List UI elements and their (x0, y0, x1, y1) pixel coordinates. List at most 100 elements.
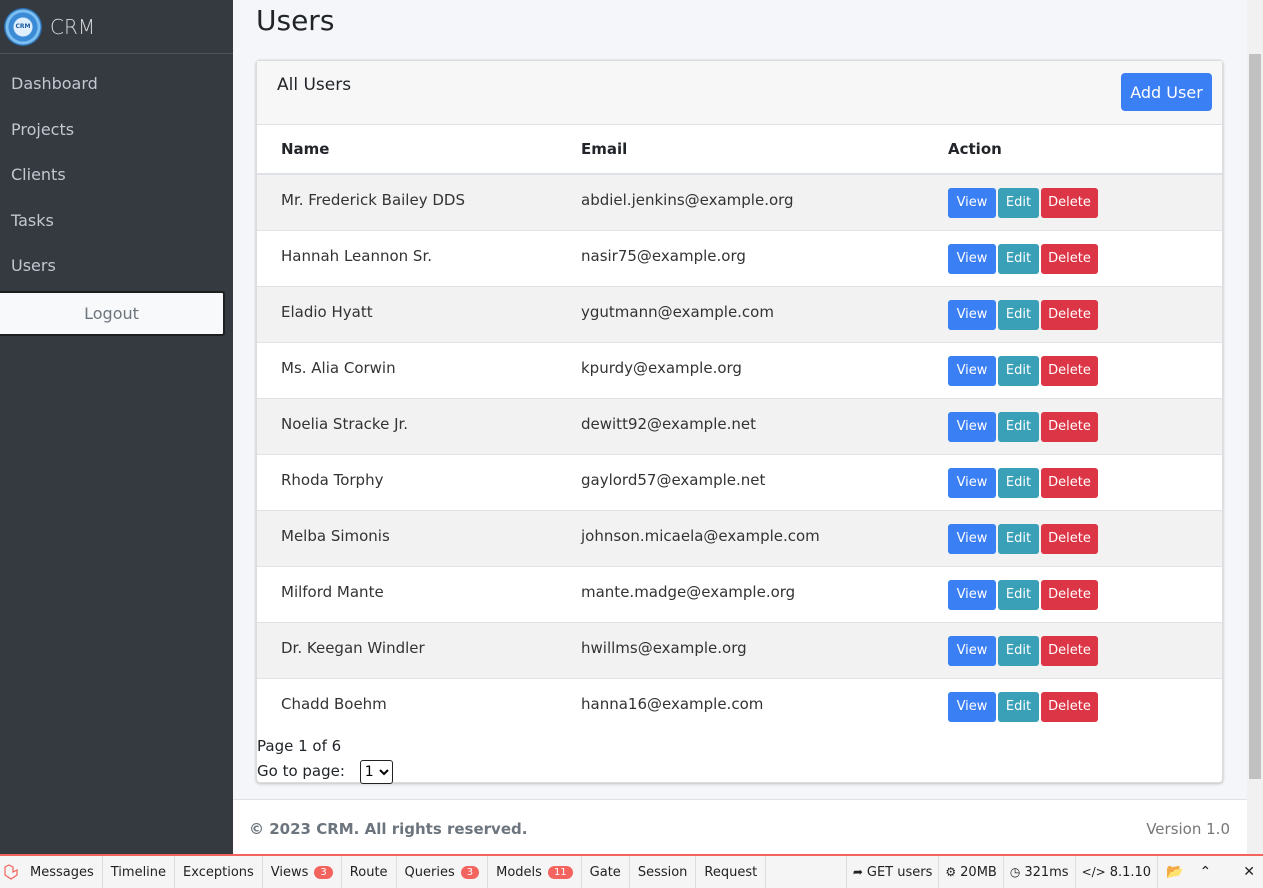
view-button[interactable]: View (948, 467, 996, 498)
user-name-cell: Noelia Stracke Jr. (257, 397, 581, 454)
user-email-cell: mante.madge@example.org (581, 565, 948, 622)
card-title: All Users (277, 75, 352, 95)
table-row: Noelia Stracke Jr. dewitt92@example.net Vi… (257, 397, 1222, 454)
debug-tab-label: Gate (589, 864, 621, 880)
edit-button[interactable]: Edit (998, 635, 1039, 666)
user-email-cell: nasir75@example.org (581, 229, 948, 286)
scrollbar-thumb[interactable] (1249, 54, 1261, 779)
view-button[interactable]: View (948, 411, 996, 442)
edit-button[interactable]: Edit (998, 691, 1039, 722)
action-cell: View Edit Delete (948, 341, 1222, 398)
page-indicator: Page 1 of 6 (257, 737, 342, 755)
delete-button[interactable]: Delete (1041, 635, 1098, 666)
delete-button[interactable]: Delete (1041, 243, 1098, 274)
view-button[interactable]: View (948, 523, 996, 554)
delete-button[interactable]: Delete (1041, 523, 1098, 554)
table-row: Ms. Alia Corwin kpurdy@example.org View Edi… (257, 341, 1222, 398)
edit-button[interactable]: Edit (998, 355, 1039, 386)
view-button[interactable]: View (948, 355, 996, 386)
user-name-cell: Hannah Leannon Sr. (257, 229, 581, 286)
delete-button[interactable]: Delete (1041, 188, 1098, 218)
sidebar-item-tasks[interactable]: Tasks (0, 198, 233, 244)
debug-request-text: GET users (866, 864, 933, 880)
column-header-name: Name (257, 125, 581, 175)
action-cell: View Edit Delete (948, 397, 1222, 454)
table-row: Dr. Keegan Windler hwillms@example.org Vie… (257, 621, 1222, 678)
debug-request[interactable]: ➦ GET users (845, 856, 939, 888)
debug-tab-models[interactable]: Models 11 (488, 856, 582, 888)
user-name-cell: Ms. Alia Corwin (257, 341, 581, 398)
table-row: Hannah Leannon Sr. nasir75@example.org Vie… (257, 229, 1222, 286)
debug-tab-badge: 11 (547, 865, 573, 879)
page-title: Users (256, 4, 335, 37)
debug-tab-messages[interactable]: Messages (22, 856, 103, 888)
debug-tab-request[interactable]: Request (696, 856, 767, 888)
edit-button[interactable]: Edit (998, 411, 1039, 442)
debug-tab-label: Queries (404, 864, 455, 880)
delete-button[interactable]: Delete (1041, 691, 1098, 722)
column-header-email: Email (581, 125, 948, 175)
view-button[interactable]: View (948, 635, 996, 666)
view-button[interactable]: View (948, 691, 996, 722)
debug-tab-exceptions[interactable]: Exceptions (175, 856, 263, 888)
laravel-logo-icon[interactable] (0, 856, 22, 888)
user-email-cell: gaylord57@example.net (581, 453, 948, 510)
edit-button[interactable]: Edit (998, 299, 1039, 330)
delete-button[interactable]: Delete (1041, 299, 1098, 330)
action-cell: View Edit Delete (948, 509, 1222, 566)
delete-button[interactable]: Delete (1041, 355, 1098, 386)
table-row: Rhoda Torphy gaylord57@example.net View Edi… (257, 453, 1222, 510)
column-header-action: Action (948, 125, 1222, 175)
debug-tab-session[interactable]: Session (630, 856, 697, 888)
debug-bar: Messages Timeline Exceptions Views 3 Route Que… (0, 854, 1263, 888)
logout-button[interactable]: Logout (0, 291, 225, 336)
brand[interactable]: CRM CRM (0, 0, 233, 54)
delete-button[interactable]: Delete (1041, 411, 1098, 442)
view-button[interactable]: View (948, 299, 996, 330)
page-select[interactable]: 1 (359, 760, 393, 784)
debug-memory[interactable]: ⚙ 20MB (938, 856, 1002, 888)
view-button[interactable]: View (948, 188, 996, 218)
main-content: Users All Users Add User Name Email Acti… (233, 0, 1247, 800)
view-button[interactable]: View (948, 243, 996, 274)
debug-php-version[interactable]: </> 8.1.10 (1074, 856, 1158, 888)
table-row: Chadd Boehm hanna16@example.com View Edit De… (257, 677, 1222, 734)
sidebar-item-projects[interactable]: Projects (0, 107, 233, 153)
debug-tab-label: Messages (30, 864, 94, 880)
add-user-button[interactable]: Add User (1121, 73, 1212, 111)
action-cell: View Edit Delete (948, 285, 1222, 342)
debug-tab-queries[interactable]: Queries 3 (397, 856, 489, 888)
user-email-cell: abdiel.jenkins@example.org (581, 173, 948, 230)
action-cell: View Edit Delete (948, 173, 1222, 230)
table-row: Milford Mante mante.madge@example.org View… (257, 565, 1222, 622)
debug-tab-timeline[interactable]: Timeline (103, 856, 176, 888)
table-row: Melba Simonis johnson.micaela@example.com… (257, 509, 1222, 566)
debug-tab-label: Timeline (110, 864, 167, 880)
view-button[interactable]: View (948, 579, 996, 610)
edit-button[interactable]: Edit (998, 579, 1039, 610)
page-scrollbar[interactable] (1247, 0, 1263, 855)
users-card: All Users Add User Name Email Action Mr.… (256, 60, 1223, 784)
delete-button[interactable]: Delete (1041, 579, 1098, 610)
debug-tab-views[interactable]: Views 3 (263, 856, 342, 888)
debug-tab-label: Route (349, 864, 388, 880)
close-icon[interactable]: ✕ (1235, 864, 1263, 880)
delete-button[interactable]: Delete (1041, 467, 1098, 498)
copyright-text: © 2023 CRM. All rights reserved. (249, 820, 528, 838)
folder-open-icon[interactable]: 📂 (1157, 856, 1191, 888)
chevron-up-icon[interactable]: ⌃ (1192, 864, 1220, 880)
table-body: Mr. Frederick Bailey DDS abdiel.jenkins@e… (257, 173, 1222, 734)
edit-button[interactable]: Edit (998, 523, 1039, 554)
sidebar-item-dashboard[interactable]: Dashboard (0, 61, 233, 107)
debug-tab-label: Request (704, 864, 758, 880)
debug-tab-gate[interactable]: Gate (582, 856, 630, 888)
sidebar-nav: Dashboard Projects Clients Tasks Users (0, 54, 233, 289)
debug-time[interactable]: ◷ 321ms (1002, 856, 1075, 888)
edit-button[interactable]: Edit (998, 243, 1039, 274)
debug-php-text: 8.1.10 (1109, 864, 1152, 880)
sidebar-item-users[interactable]: Users (0, 243, 233, 289)
sidebar-item-clients[interactable]: Clients (0, 152, 233, 198)
edit-button[interactable]: Edit (998, 467, 1039, 498)
edit-button[interactable]: Edit (998, 188, 1039, 218)
debug-tab-route[interactable]: Route (342, 856, 397, 888)
